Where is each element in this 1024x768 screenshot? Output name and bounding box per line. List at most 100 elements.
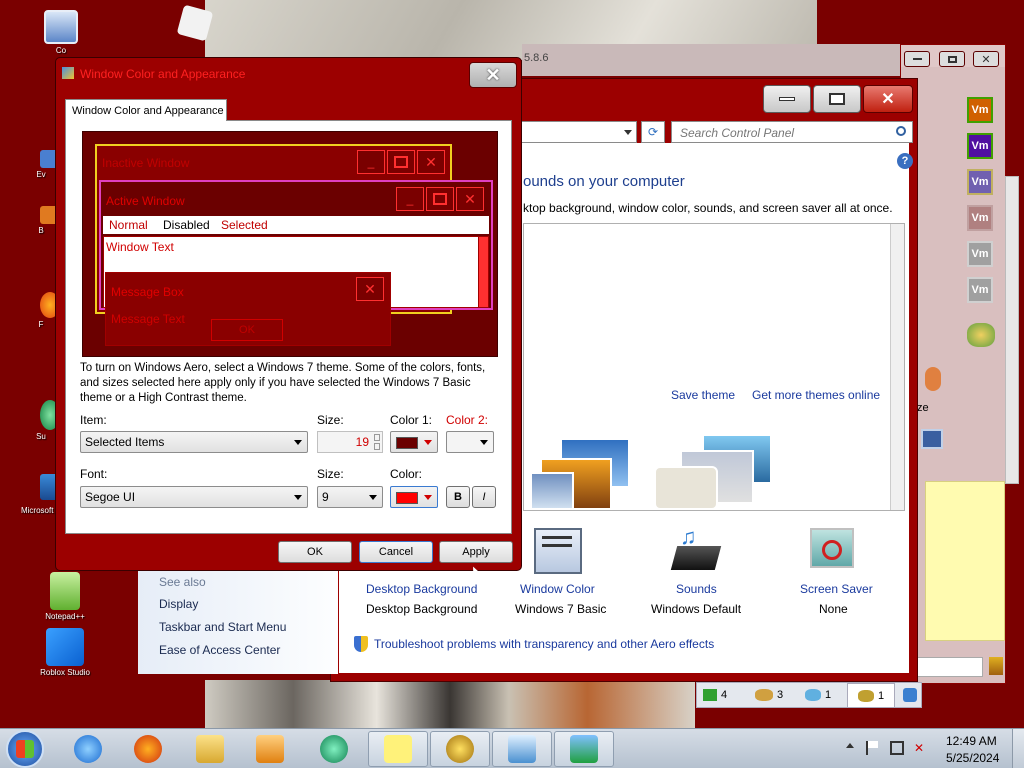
cp-minimize-button[interactable] bbox=[763, 85, 811, 113]
vm-icon[interactable]: Vm bbox=[967, 97, 993, 123]
font-size-select[interactable]: 9 bbox=[317, 486, 383, 508]
color2-picker[interactable] bbox=[446, 431, 494, 453]
microphone-icon[interactable] bbox=[925, 367, 941, 391]
scrollbar-vertical[interactable] bbox=[1005, 176, 1019, 484]
taskbar-control-panel[interactable] bbox=[492, 731, 552, 767]
search-box[interactable]: Search Control Panel bbox=[671, 121, 913, 143]
vm-icon[interactable]: Vm bbox=[967, 277, 993, 303]
taskbar-display[interactable] bbox=[554, 731, 614, 767]
more-themes-link[interactable]: Get more themes online bbox=[752, 388, 880, 402]
font-select[interactable]: Segoe UI bbox=[80, 486, 308, 508]
ok-button[interactable]: OK bbox=[278, 541, 352, 563]
troubleshoot-link[interactable]: Troubleshoot problems with transparency … bbox=[374, 637, 714, 651]
item-label: Item: bbox=[80, 413, 107, 427]
status-tab-active[interactable]: 1 bbox=[847, 683, 895, 707]
desktop-icon-firefox[interactable]: F bbox=[26, 292, 60, 329]
status-tab-strip: 4 3 1 1 bbox=[696, 682, 922, 708]
start-button[interactable] bbox=[6, 730, 44, 768]
clock-time[interactable]: 12:49 AM bbox=[946, 734, 997, 748]
taskbar-internet-explorer[interactable] bbox=[58, 731, 118, 767]
address-bar[interactable] bbox=[521, 121, 637, 143]
right-window-label: ze bbox=[917, 402, 929, 414]
chevron-down-icon[interactable] bbox=[624, 130, 632, 135]
desktop-icon-b[interactable]: B bbox=[26, 206, 58, 235]
preview-minimize-button: _ bbox=[357, 150, 385, 174]
tile-screen-saver[interactable]: Screen Saver None bbox=[790, 528, 910, 620]
close-button[interactable]: ✕ bbox=[973, 51, 999, 67]
desktop-icon-label: Notepad++ bbox=[45, 612, 85, 621]
item-select[interactable]: Selected Items bbox=[80, 431, 308, 453]
status-tab[interactable]: 1 bbox=[805, 685, 849, 705]
dialog-close-button[interactable]: ✕ bbox=[469, 62, 517, 88]
users-icon[interactable] bbox=[967, 323, 995, 347]
save-theme-link[interactable]: Save theme bbox=[671, 388, 735, 402]
help-icon[interactable]: ? bbox=[897, 153, 913, 169]
volume-muted-icon[interactable]: ✕ bbox=[914, 741, 928, 755]
cp-close-button[interactable]: ✕ bbox=[863, 85, 913, 113]
item-size-stepper[interactable]: 19 bbox=[317, 431, 383, 453]
theme-thumbnail-nature[interactable] bbox=[654, 434, 774, 510]
taskbar-sticky-notes[interactable] bbox=[368, 731, 428, 767]
preview-window-text: Window Text bbox=[106, 240, 174, 254]
desktop-icon-notepadpp[interactable]: Notepad++ bbox=[30, 572, 100, 621]
themes-scrollbar[interactable] bbox=[890, 224, 904, 510]
item-select-value: Selected Items bbox=[85, 435, 165, 449]
tile-title[interactable]: Sounds bbox=[676, 582, 717, 596]
tile-title[interactable]: Window Color bbox=[520, 582, 595, 596]
taskbar-app-2[interactable] bbox=[430, 731, 490, 767]
vm-icon[interactable]: Vm bbox=[967, 205, 993, 231]
desktop-icon-ev[interactable]: Ev bbox=[26, 150, 58, 179]
desktop-icon-computer[interactable]: Co bbox=[26, 10, 96, 55]
clock-date[interactable]: 5/25/2024 bbox=[946, 751, 999, 765]
right-window-input[interactable] bbox=[915, 657, 983, 677]
color1-picker[interactable] bbox=[390, 431, 438, 453]
desktop-icon-roblox-studio[interactable]: Roblox Studio bbox=[30, 628, 100, 677]
font-color-picker[interactable] bbox=[390, 486, 438, 508]
taskbar-explorer[interactable] bbox=[180, 731, 240, 767]
vm-icon[interactable]: Vm bbox=[967, 133, 993, 159]
theme-thumbnail-landscapes[interactable] bbox=[530, 438, 642, 510]
see-also-ease-of-access[interactable]: Ease of Access Center bbox=[159, 643, 280, 657]
network-icon[interactable] bbox=[890, 741, 904, 755]
status-tab[interactable]: 3 bbox=[755, 685, 799, 705]
taskbar-firefox[interactable] bbox=[118, 731, 178, 767]
see-also-display[interactable]: Display bbox=[159, 597, 198, 611]
font-color-label: Color: bbox=[390, 467, 423, 481]
bold-button[interactable]: B bbox=[446, 486, 470, 508]
desktop-icon-su[interactable]: Su bbox=[26, 400, 60, 441]
desktop-icon-label: Co bbox=[55, 46, 67, 55]
tile-title[interactable]: Screen Saver bbox=[800, 582, 873, 596]
maximize-button[interactable] bbox=[939, 51, 965, 67]
desktop-icon-shortcut[interactable] bbox=[160, 4, 230, 42]
save-icon[interactable] bbox=[921, 429, 943, 449]
taskbar-app[interactable] bbox=[304, 731, 364, 767]
search-input[interactable]: Search Control Panel bbox=[680, 126, 794, 140]
taskbar-media-player[interactable] bbox=[240, 731, 300, 767]
maximize-icon bbox=[947, 55, 957, 63]
flag-icon[interactable] bbox=[866, 741, 878, 755]
themes-list[interactable]: Save theme Get more themes online bbox=[523, 223, 905, 511]
stepper-down-icon[interactable] bbox=[374, 443, 380, 450]
tile-sounds[interactable]: ♫ Sounds Windows Default bbox=[640, 524, 760, 620]
link-icon[interactable] bbox=[903, 688, 917, 702]
show-hidden-icons[interactable] bbox=[846, 743, 854, 748]
tab-window-color[interactable]: Window Color and Appearance bbox=[65, 99, 227, 121]
apply-button[interactable]: Apply bbox=[439, 541, 513, 563]
minimize-button[interactable] bbox=[904, 51, 930, 67]
stepper-up-icon[interactable] bbox=[374, 434, 380, 441]
see-also-taskbar[interactable]: Taskbar and Start Menu bbox=[159, 620, 286, 634]
show-desktop-button[interactable] bbox=[1012, 729, 1024, 768]
control-panel-icon bbox=[508, 735, 536, 763]
cp-maximize-button[interactable] bbox=[813, 85, 861, 113]
close-icon: ✕ bbox=[364, 280, 376, 297]
status-tab[interactable]: 4 bbox=[703, 685, 747, 705]
italic-button[interactable]: I bbox=[472, 486, 496, 508]
vm-icon[interactable]: Vm bbox=[967, 241, 993, 267]
broom-icon[interactable] bbox=[989, 657, 1003, 675]
appearance-preview[interactable]: Inactive Window _ ✕ Active Window _ ✕ No… bbox=[82, 131, 498, 357]
vm-icon[interactable]: Vm bbox=[967, 169, 993, 195]
tile-title[interactable]: Desktop Background bbox=[366, 582, 477, 596]
troubleshoot-row[interactable]: Troubleshoot problems with transparency … bbox=[352, 634, 772, 654]
cancel-button[interactable]: Cancel bbox=[359, 541, 433, 563]
refresh-button[interactable]: ⟳ bbox=[641, 121, 665, 143]
